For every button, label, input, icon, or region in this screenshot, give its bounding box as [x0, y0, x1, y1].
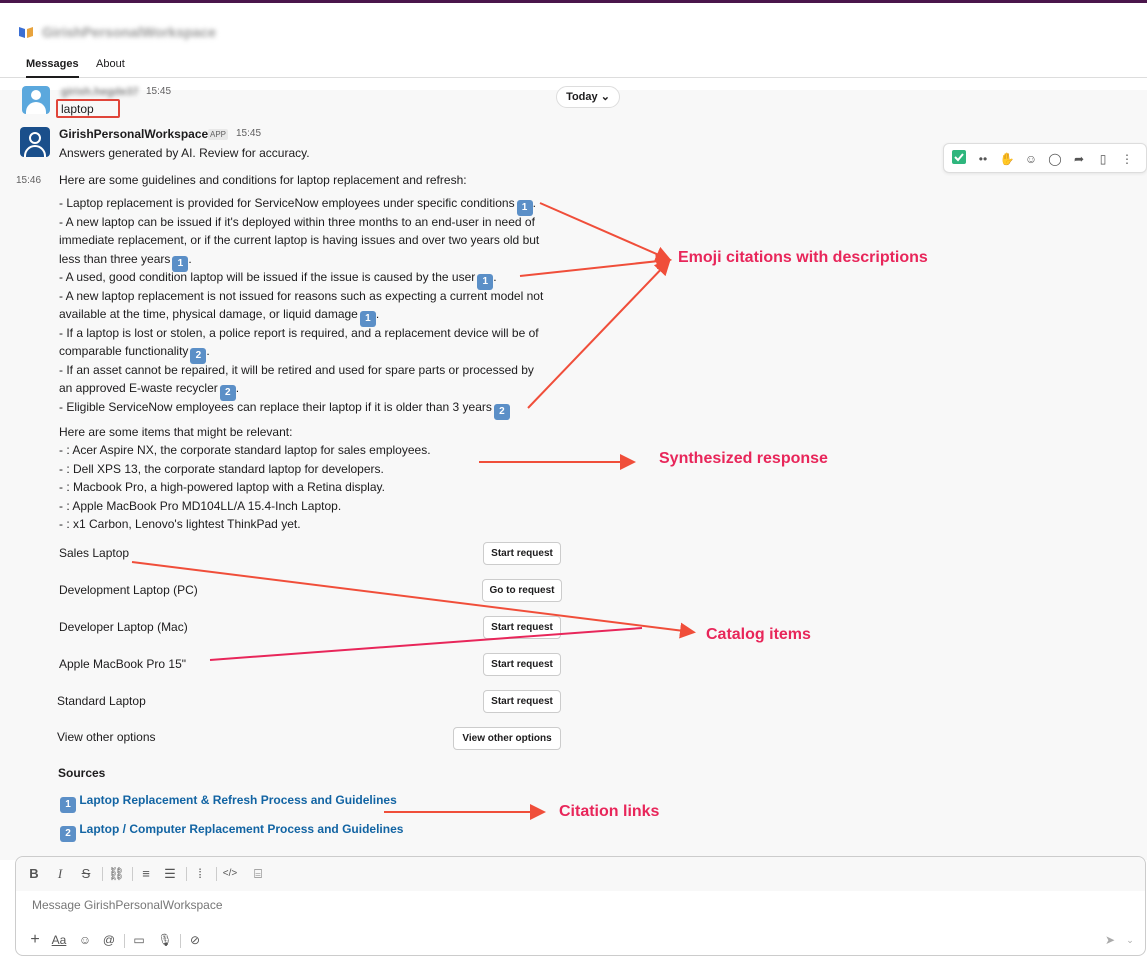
- checkmark-reaction-icon[interactable]: [950, 150, 968, 168]
- go-to-request-button[interactable]: Go to request: [482, 579, 562, 602]
- formatting-toolbar: B I S ⛓ ≡ ☰ ⁞ </> ⌸: [16, 857, 1145, 891]
- start-request-button[interactable]: Start request: [483, 653, 561, 676]
- start-request-button[interactable]: Start request: [483, 690, 561, 713]
- eyes-reaction-icon[interactable]: ••: [974, 150, 992, 168]
- message-timestamp[interactable]: 15:46: [16, 175, 41, 186]
- item-line: - : Dell XPS 13, the corporate standard …: [59, 462, 384, 476]
- plus-icon[interactable]: +: [26, 931, 44, 949]
- start-request-button[interactable]: Start request: [483, 616, 561, 639]
- annotation-synthesized-response: Synthesized response: [659, 450, 828, 467]
- citation-badge: 2: [60, 826, 76, 842]
- item-line: - : Acer Aspire NX, the corporate standa…: [59, 443, 431, 457]
- workspace-name: GirishPersonalWorkspace: [42, 24, 217, 40]
- raised-hands-reaction-icon[interactable]: ✋: [998, 150, 1016, 168]
- items-intro: Here are some items that might be releva…: [59, 425, 293, 439]
- item-line: - : Macbook Pro, a high-powered laptop w…: [59, 480, 385, 494]
- send-icon[interactable]: ➤: [1101, 931, 1119, 949]
- guideline-line-3: immediate replacement, or if the current…: [59, 233, 540, 247]
- blockquote-icon[interactable]: ⁞: [192, 865, 208, 883]
- bookmark-icon[interactable]: ▯: [1094, 150, 1112, 168]
- add-reaction-icon[interactable]: ☺: [1022, 150, 1040, 168]
- user-avatar[interactable]: [22, 86, 50, 114]
- view-other-options-button[interactable]: View other options: [453, 727, 561, 750]
- catalog-item-label: Standard Laptop: [57, 694, 146, 708]
- tab-bar: Messages About: [0, 52, 1147, 78]
- guidelines-intro: Here are some guidelines and conditions …: [59, 173, 467, 187]
- message-composer: B I S ⛓ ≡ ☰ ⁞ </> ⌸ Message GirishPerson…: [15, 856, 1146, 956]
- emoji-icon[interactable]: ☺: [76, 931, 94, 949]
- bold-icon[interactable]: B: [26, 865, 42, 883]
- ai-disclaimer: Answers generated by AI. Review for accu…: [59, 146, 310, 160]
- sources-heading: Sources: [58, 766, 106, 780]
- source-link[interactable]: 1 Laptop Replacement & Refresh Process a…: [58, 793, 397, 813]
- strikethrough-icon[interactable]: S: [78, 865, 94, 883]
- guideline-line-2: - A new laptop can be issued if it's dep…: [59, 215, 535, 229]
- citation-badge: 1: [60, 797, 76, 813]
- item-line: - : Apple MacBook Pro MD104LL/A 15.4-Inc…: [59, 499, 342, 513]
- source-link[interactable]: 2 Laptop / Computer Replacement Process …: [58, 822, 403, 842]
- app-avatar[interactable]: [20, 127, 50, 157]
- annotation-emoji-citations: Emoji citations with descriptions: [678, 249, 928, 266]
- message-actions-toolbar: •• ✋ ☺ ◯ ➦ ▯ ⋮: [943, 143, 1147, 173]
- annotation-catalog-items: Catalog items: [706, 626, 811, 643]
- composer-actions: + Aa ☺ @ ▭ 🎙 ⊘ ➤ ⌄: [16, 927, 1145, 955]
- microphone-icon[interactable]: 🎙: [156, 931, 174, 949]
- catalog-item-label: Apple MacBook Pro 15": [59, 657, 186, 671]
- annotation-citation-links: Citation links: [559, 803, 660, 820]
- tab-about[interactable]: About: [96, 58, 125, 70]
- app-badge: APP: [208, 129, 229, 140]
- shortcuts-icon[interactable]: ⊘: [186, 931, 204, 949]
- user-message-time[interactable]: 15:45: [146, 86, 171, 97]
- guideline-line-10: - If an asset cannot be repaired, it wil…: [59, 363, 534, 377]
- more-actions-icon[interactable]: ⋮: [1118, 150, 1136, 168]
- catalog-item-label: View other options: [57, 730, 156, 744]
- workspace-header: GirishPersonalWorkspace: [0, 0, 1147, 52]
- mention-icon[interactable]: @: [100, 931, 118, 949]
- date-divider-button[interactable]: Today ⌄: [556, 86, 620, 108]
- italic-icon[interactable]: I: [52, 865, 68, 883]
- user-name[interactable]: girish.hegde37: [61, 86, 139, 98]
- item-line: - : x1 Carbon, Lenovo's lightest ThinkPa…: [59, 517, 301, 531]
- app-name[interactable]: GirishPersonalWorkspace: [59, 127, 208, 141]
- video-icon[interactable]: ▭: [130, 931, 148, 949]
- guideline-line-6: - A new laptop replacement is not issued…: [59, 289, 544, 303]
- ordered-list-icon[interactable]: ≡: [138, 865, 154, 883]
- catalog-item-label: Developer Laptop (Mac): [59, 620, 188, 634]
- reply-thread-icon[interactable]: ◯: [1046, 150, 1064, 168]
- user-message-text: laptop: [56, 99, 120, 118]
- catalog-item-label: Sales Laptop: [59, 546, 130, 560]
- guideline-line-12: - Eligible ServiceNow employees can repl…: [59, 398, 510, 420]
- send-options-chevron-icon[interactable]: ⌄: [1121, 931, 1139, 949]
- citation-badge[interactable]: 2: [493, 404, 510, 420]
- start-request-button[interactable]: Start request: [483, 542, 561, 565]
- bulleted-list-icon[interactable]: ☰: [162, 865, 178, 883]
- tab-messages[interactable]: Messages: [26, 58, 79, 78]
- app-message-time[interactable]: 15:45: [236, 128, 261, 139]
- catalog-item-label: Development Laptop (PC): [59, 583, 198, 597]
- link-icon[interactable]: ⛓: [108, 865, 125, 883]
- message-input[interactable]: Message GirishPersonalWorkspace: [32, 898, 223, 912]
- code-block-icon[interactable]: ⌸: [250, 865, 266, 883]
- guideline-line-8: - If a laptop is lost or stolen, a polic…: [59, 326, 539, 340]
- text-format-icon[interactable]: Aa: [50, 931, 68, 949]
- code-icon[interactable]: </>: [222, 865, 238, 883]
- workspace-logo-icon: [19, 27, 33, 38]
- forward-icon[interactable]: ➦: [1070, 150, 1088, 168]
